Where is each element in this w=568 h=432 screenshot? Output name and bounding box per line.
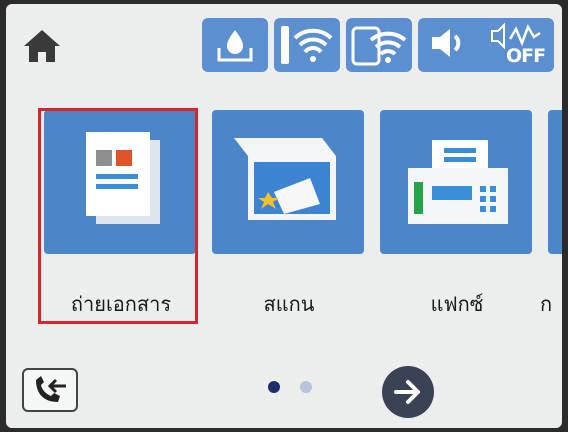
- wifi-icon: [281, 26, 333, 64]
- more-label: ก: [540, 292, 553, 316]
- ink-level-button[interactable]: [202, 18, 268, 72]
- scan-label: สแกน: [263, 292, 315, 316]
- phonebook-icon: [36, 376, 66, 402]
- quiet-mode-off-label: OFF: [506, 45, 546, 67]
- more-tile[interactable]: [548, 110, 562, 254]
- next-page-button[interactable]: [382, 366, 434, 418]
- printer-screen: OFF ถ่ายเอกสาร สแกน แฟกซ์ ก: [6, 4, 562, 428]
- fax-label: แฟกซ์: [430, 292, 484, 316]
- scan-icon: [234, 138, 336, 220]
- fax-tile[interactable]: [380, 110, 532, 254]
- page-indicator-active: [268, 381, 280, 393]
- sound-quiet-group: OFF: [418, 18, 554, 72]
- sound-icon: [432, 29, 461, 57]
- home-button[interactable]: [20, 24, 64, 68]
- next-arrow-icon: [394, 380, 420, 404]
- wifi-button[interactable]: [274, 18, 340, 72]
- ink-level-icon: [217, 30, 253, 62]
- fax-icon: [408, 140, 508, 224]
- page-indicator-inactive: [300, 381, 312, 393]
- home-icon: [24, 30, 60, 62]
- status-bar: OFF: [202, 18, 554, 72]
- wifi-direct-button[interactable]: [346, 18, 412, 72]
- sound-button[interactable]: [428, 25, 468, 65]
- phonebook-button[interactable]: [22, 368, 78, 412]
- wifi-direct-icon: [351, 26, 407, 66]
- quiet-mode-button[interactable]: OFF: [488, 21, 546, 69]
- scan-tile[interactable]: [212, 110, 364, 254]
- selection-highlight: [38, 108, 198, 324]
